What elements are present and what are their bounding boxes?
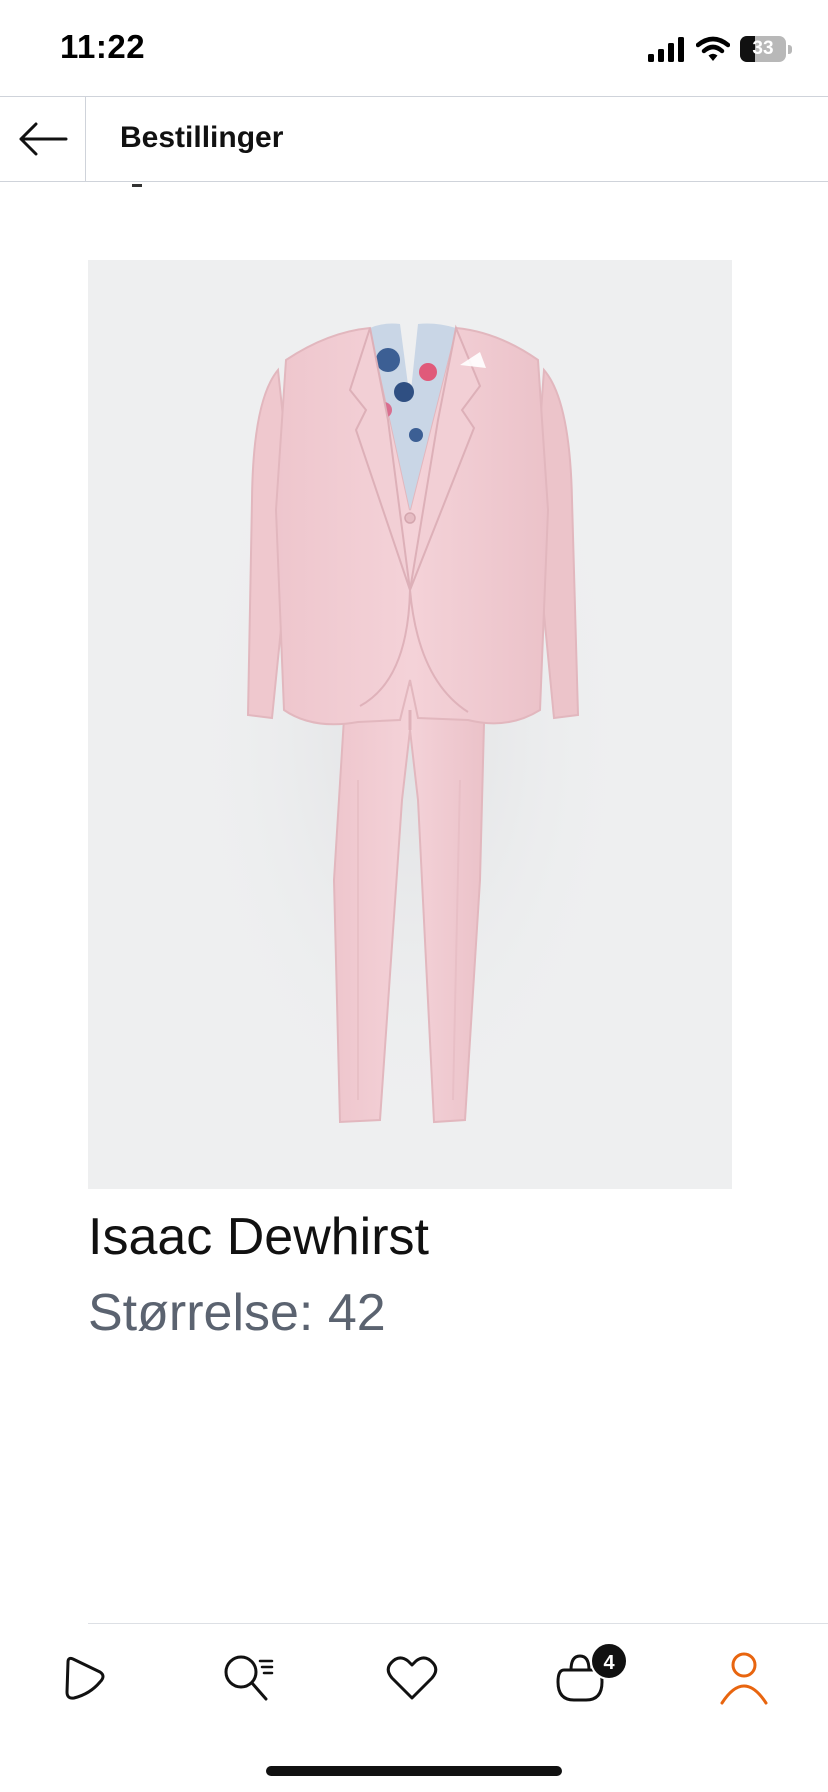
nav-bag[interactable]: 4 <box>546 1642 628 1712</box>
cellular-signal-icon <box>648 37 684 62</box>
search-icon <box>224 1655 274 1701</box>
status-bar: 11:22 33 <box>0 0 828 96</box>
app-header: Bestillinger <box>0 96 828 182</box>
product-brand: Isaac Dewhirst <box>88 1208 429 1266</box>
page-title: Bestillinger <box>120 121 284 154</box>
bottom-nav: 4 <box>0 1624 828 1730</box>
arrow-left-icon <box>19 122 67 156</box>
battery-percentage: 33 <box>752 38 774 59</box>
product-card[interactable]: Isaac Dewhirst Størrelse: 42 <box>88 260 732 1343</box>
status-time: 11:22 <box>60 28 146 65</box>
person-icon <box>720 1652 768 1705</box>
pink-suit-image <box>180 310 640 1150</box>
nav-search[interactable] <box>214 1644 282 1712</box>
home-play-icon <box>65 1656 105 1700</box>
nav-profile[interactable] <box>710 1644 778 1712</box>
nav-home[interactable] <box>50 1644 118 1712</box>
status-icons: 33 <box>648 33 792 65</box>
wifi-icon <box>696 36 730 61</box>
product-size: Størrelse: 42 <box>88 1284 386 1342</box>
heart-icon <box>386 1656 438 1700</box>
scrolled-content-edge <box>132 184 142 187</box>
product-image[interactable] <box>88 260 732 1189</box>
home-indicator <box>266 1766 562 1776</box>
back-button[interactable] <box>0 97 86 181</box>
nav-favorites[interactable] <box>378 1644 446 1712</box>
cart-count-badge: 4 <box>590 1642 628 1680</box>
battery-icon: 33 <box>740 36 792 62</box>
